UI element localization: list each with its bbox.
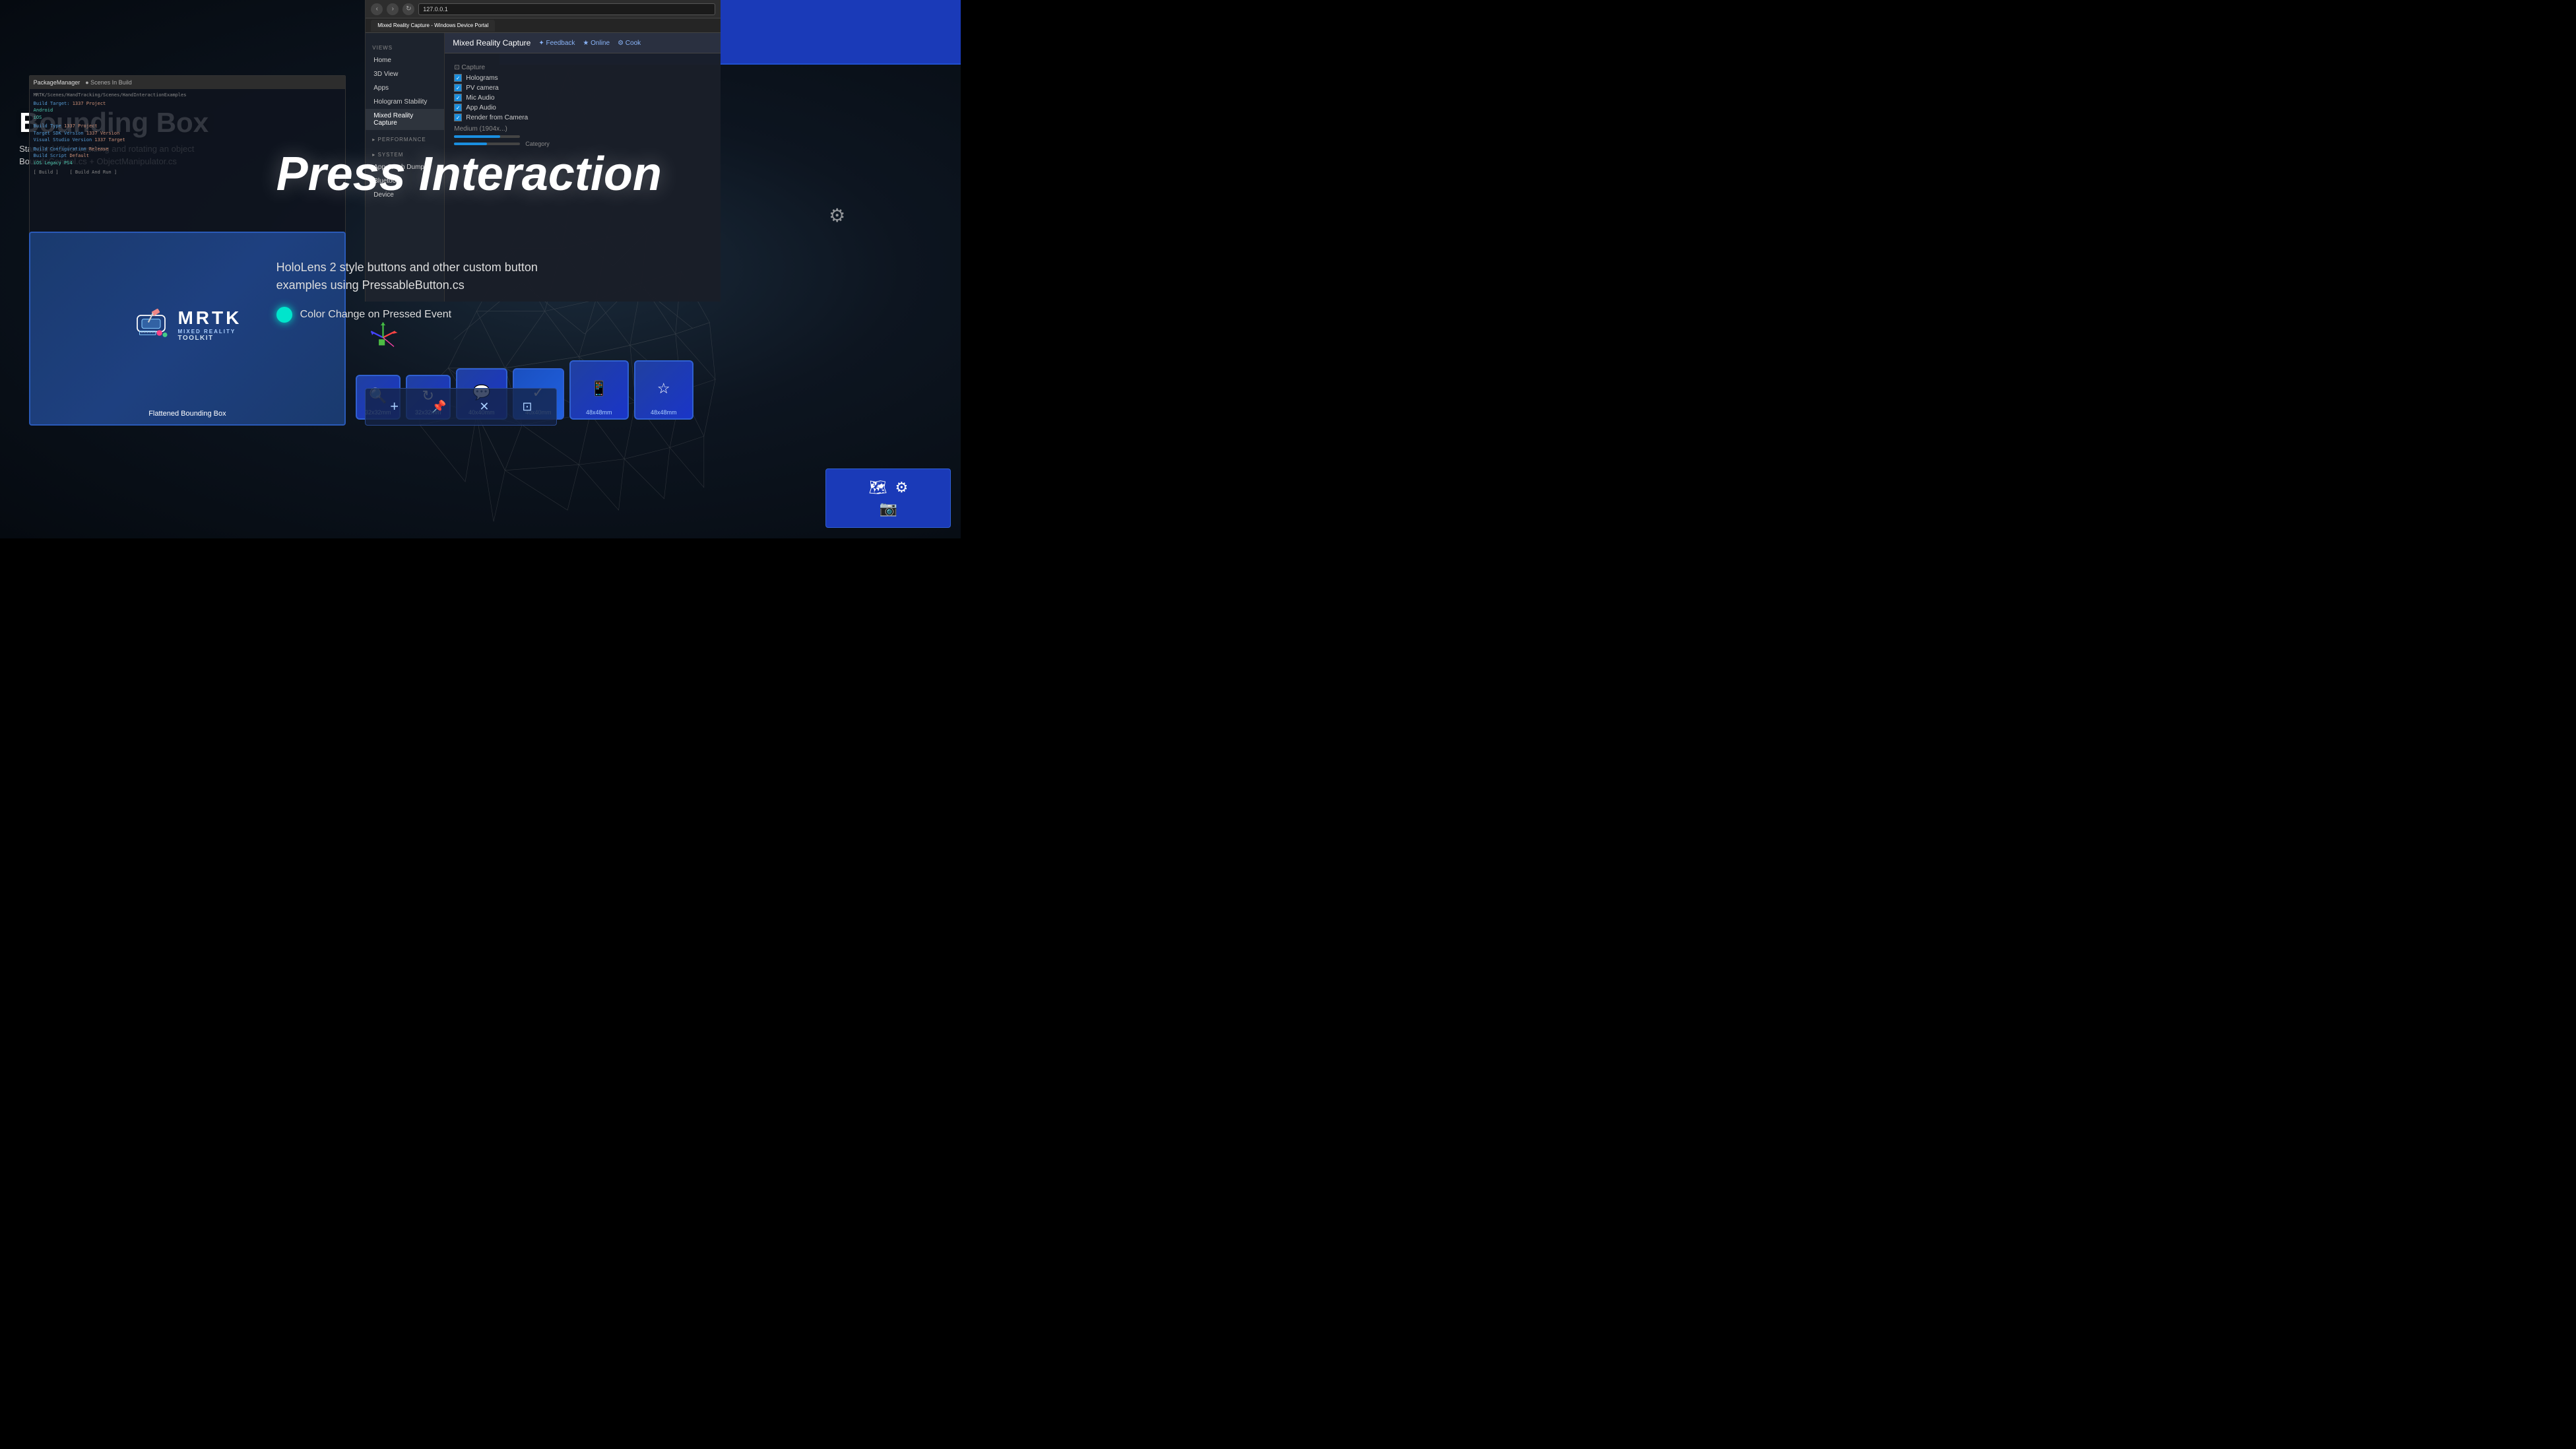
mrc-checkbox-pvcamera[interactable]: ✓ PV camera	[454, 84, 711, 92]
mrc-panel: ⊡ Capture ✓ Holograms ✓ PV camera ✓ Mic …	[445, 53, 721, 156]
bottom-toolbar-area: 🗺 ⚙ 📷	[825, 468, 951, 528]
mrc-slider-category[interactable]: Category	[454, 141, 711, 147]
portal-header: Mixed Reality Capture ✦ Feedback ★ Onlin…	[445, 33, 721, 53]
browser-tab-mrc[interactable]: Mixed Reality Capture - Windows Device P…	[371, 20, 495, 32]
browser-forward-btn[interactable]: ›	[387, 3, 399, 15]
sidebar-item-3dview[interactable]: 3D View	[366, 67, 444, 81]
sidebar-section-views: Views	[366, 42, 444, 53]
sidebar-item-bluetooth[interactable]: Bluetooth	[366, 174, 444, 188]
browser-url-bar[interactable]: 127.0.0.1	[418, 3, 715, 15]
gear-spinner: ⚙	[829, 205, 845, 226]
editor-content: MRTK/Scenes/HandTracking/Scenes/HandInte…	[30, 89, 345, 179]
mrtk-bottom-label: Flattened Bounding Box	[148, 410, 226, 418]
mrtk-line1: MIXED REALITY	[177, 329, 242, 335]
sidebar-item-app-crash[interactable]: App Crash Dumps	[366, 160, 444, 174]
portal-header-cook[interactable]: ⚙ Cook	[618, 40, 641, 47]
sidebar-item-home[interactable]: Home	[366, 53, 444, 67]
browser-bar: ‹ › ↻ 127.0.0.1	[366, 0, 721, 18]
browser-refresh-btn[interactable]: ↻	[402, 3, 414, 15]
map-icon: 🗺	[869, 479, 887, 496]
sidebar-item-apps[interactable]: Apps	[366, 81, 444, 95]
sidebar-item-mrc[interactable]: Mixed Reality Capture	[366, 109, 444, 130]
editor-titlebar: PackageManager ● Scenes In Build	[30, 76, 345, 89]
mrtk-text-block: MRTK MIXED REALITY TOOLKIT	[177, 307, 242, 342]
btn-star-48[interactable]: ☆ 48x48mm	[634, 360, 693, 420]
mrtk-logo-icon	[133, 306, 170, 343]
sidebar-item-device[interactable]: Device	[366, 188, 444, 202]
mrtk-logo-area: MRTK MIXED REALITY TOOLKIT	[133, 306, 242, 343]
mrtk-letters: MRTK	[177, 307, 242, 329]
portal-sidebar: Views Home 3D View Apps Hologram Stabili…	[366, 33, 445, 302]
mini-toolbar: + 📌 ✕ ⊡	[365, 388, 557, 426]
browser-tabs: Mixed Reality Capture - Windows Device P…	[366, 18, 721, 33]
gear-icon: ⚙	[895, 479, 909, 496]
mini-toolbar-close[interactable]: ✕	[479, 400, 489, 414]
portal-body: Views Home 3D View Apps Hologram Stabili…	[366, 33, 721, 302]
portal-header-title: Mixed Reality Capture	[453, 38, 531, 48]
mrc-slider-framerate[interactable]	[454, 135, 711, 138]
mrtk-line2: TOOLKIT	[177, 335, 242, 342]
camera-icon: 📷	[880, 500, 897, 517]
editor-title: PackageManager	[34, 79, 80, 86]
browser-back-btn[interactable]: ‹	[371, 3, 383, 15]
coord-axes	[365, 319, 401, 356]
mrc-checkbox-appaudio[interactable]: ✓ App Audio	[454, 104, 711, 112]
mrc-checkbox-mic[interactable]: ✓ Mic Audio	[454, 94, 711, 102]
portal-header-online[interactable]: ★ Online	[583, 40, 610, 47]
device-portal: ‹ › ↻ 127.0.0.1 Mixed Reality Capture - …	[365, 0, 721, 302]
sidebar-item-hologram[interactable]: Hologram Stability	[366, 95, 444, 109]
portal-header-feedback[interactable]: ✦ Feedback	[538, 40, 575, 47]
wide-toolbar-btn[interactable]: 🗺 ⚙ 📷	[825, 468, 951, 528]
mini-toolbar-window[interactable]: ⊡	[522, 400, 532, 414]
sidebar-section-performance: ▸ Performance	[366, 134, 444, 145]
mrc-capture-section: ⊡ Capture	[454, 64, 711, 71]
editor-tab-project[interactable]: ● Scenes In Build	[85, 79, 131, 86]
mini-toolbar-pin[interactable]: 📌	[432, 400, 446, 414]
portal-main: Mixed Reality Capture ✦ Feedback ★ Onlin…	[445, 33, 721, 302]
sidebar-section-system: ▸ System	[366, 149, 444, 160]
btn-phone-48[interactable]: 📱 48x48mm	[569, 360, 629, 420]
mrc-checkbox-holograms[interactable]: ✓ Holograms	[454, 74, 711, 82]
mrtk-panel: MRTK MIXED REALITY TOOLKIT Flattened Bou…	[29, 232, 346, 426]
mini-toolbar-add[interactable]: +	[390, 398, 399, 415]
mrc-checkbox-rendercamera[interactable]: ✓ Render from Camera	[454, 113, 711, 121]
